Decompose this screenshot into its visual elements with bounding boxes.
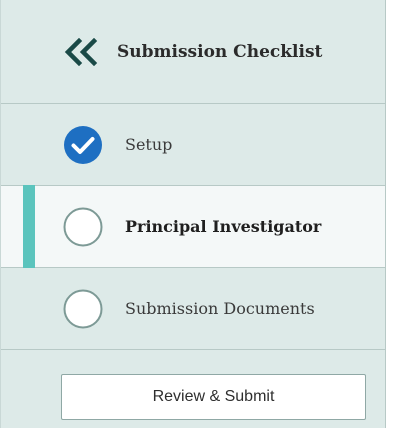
empty-circle-icon <box>63 207 103 246</box>
step-submission-documents[interactable]: Submission Documents <box>1 268 385 350</box>
double-chevron-left-icon <box>64 37 98 66</box>
submission-checklist-panel: Submission Checklist Setup Principal Inv… <box>0 0 386 428</box>
checklist-title: Submission Checklist <box>117 41 323 62</box>
step-label: Submission Documents <box>125 299 315 318</box>
check-circle-icon <box>64 125 102 164</box>
review-submit-button[interactable]: Review & Submit <box>61 374 366 420</box>
checklist-header: Submission Checklist <box>1 0 385 104</box>
collapse-button[interactable] <box>61 32 105 72</box>
checklist-footer: Review & Submit <box>1 350 385 428</box>
step-label: Setup <box>125 135 173 154</box>
empty-circle-icon <box>63 289 103 328</box>
step-label: Principal Investigator <box>125 217 322 236</box>
step-principal-investigator[interactable]: Principal Investigator <box>1 185 385 268</box>
step-setup[interactable]: Setup <box>1 104 385 186</box>
